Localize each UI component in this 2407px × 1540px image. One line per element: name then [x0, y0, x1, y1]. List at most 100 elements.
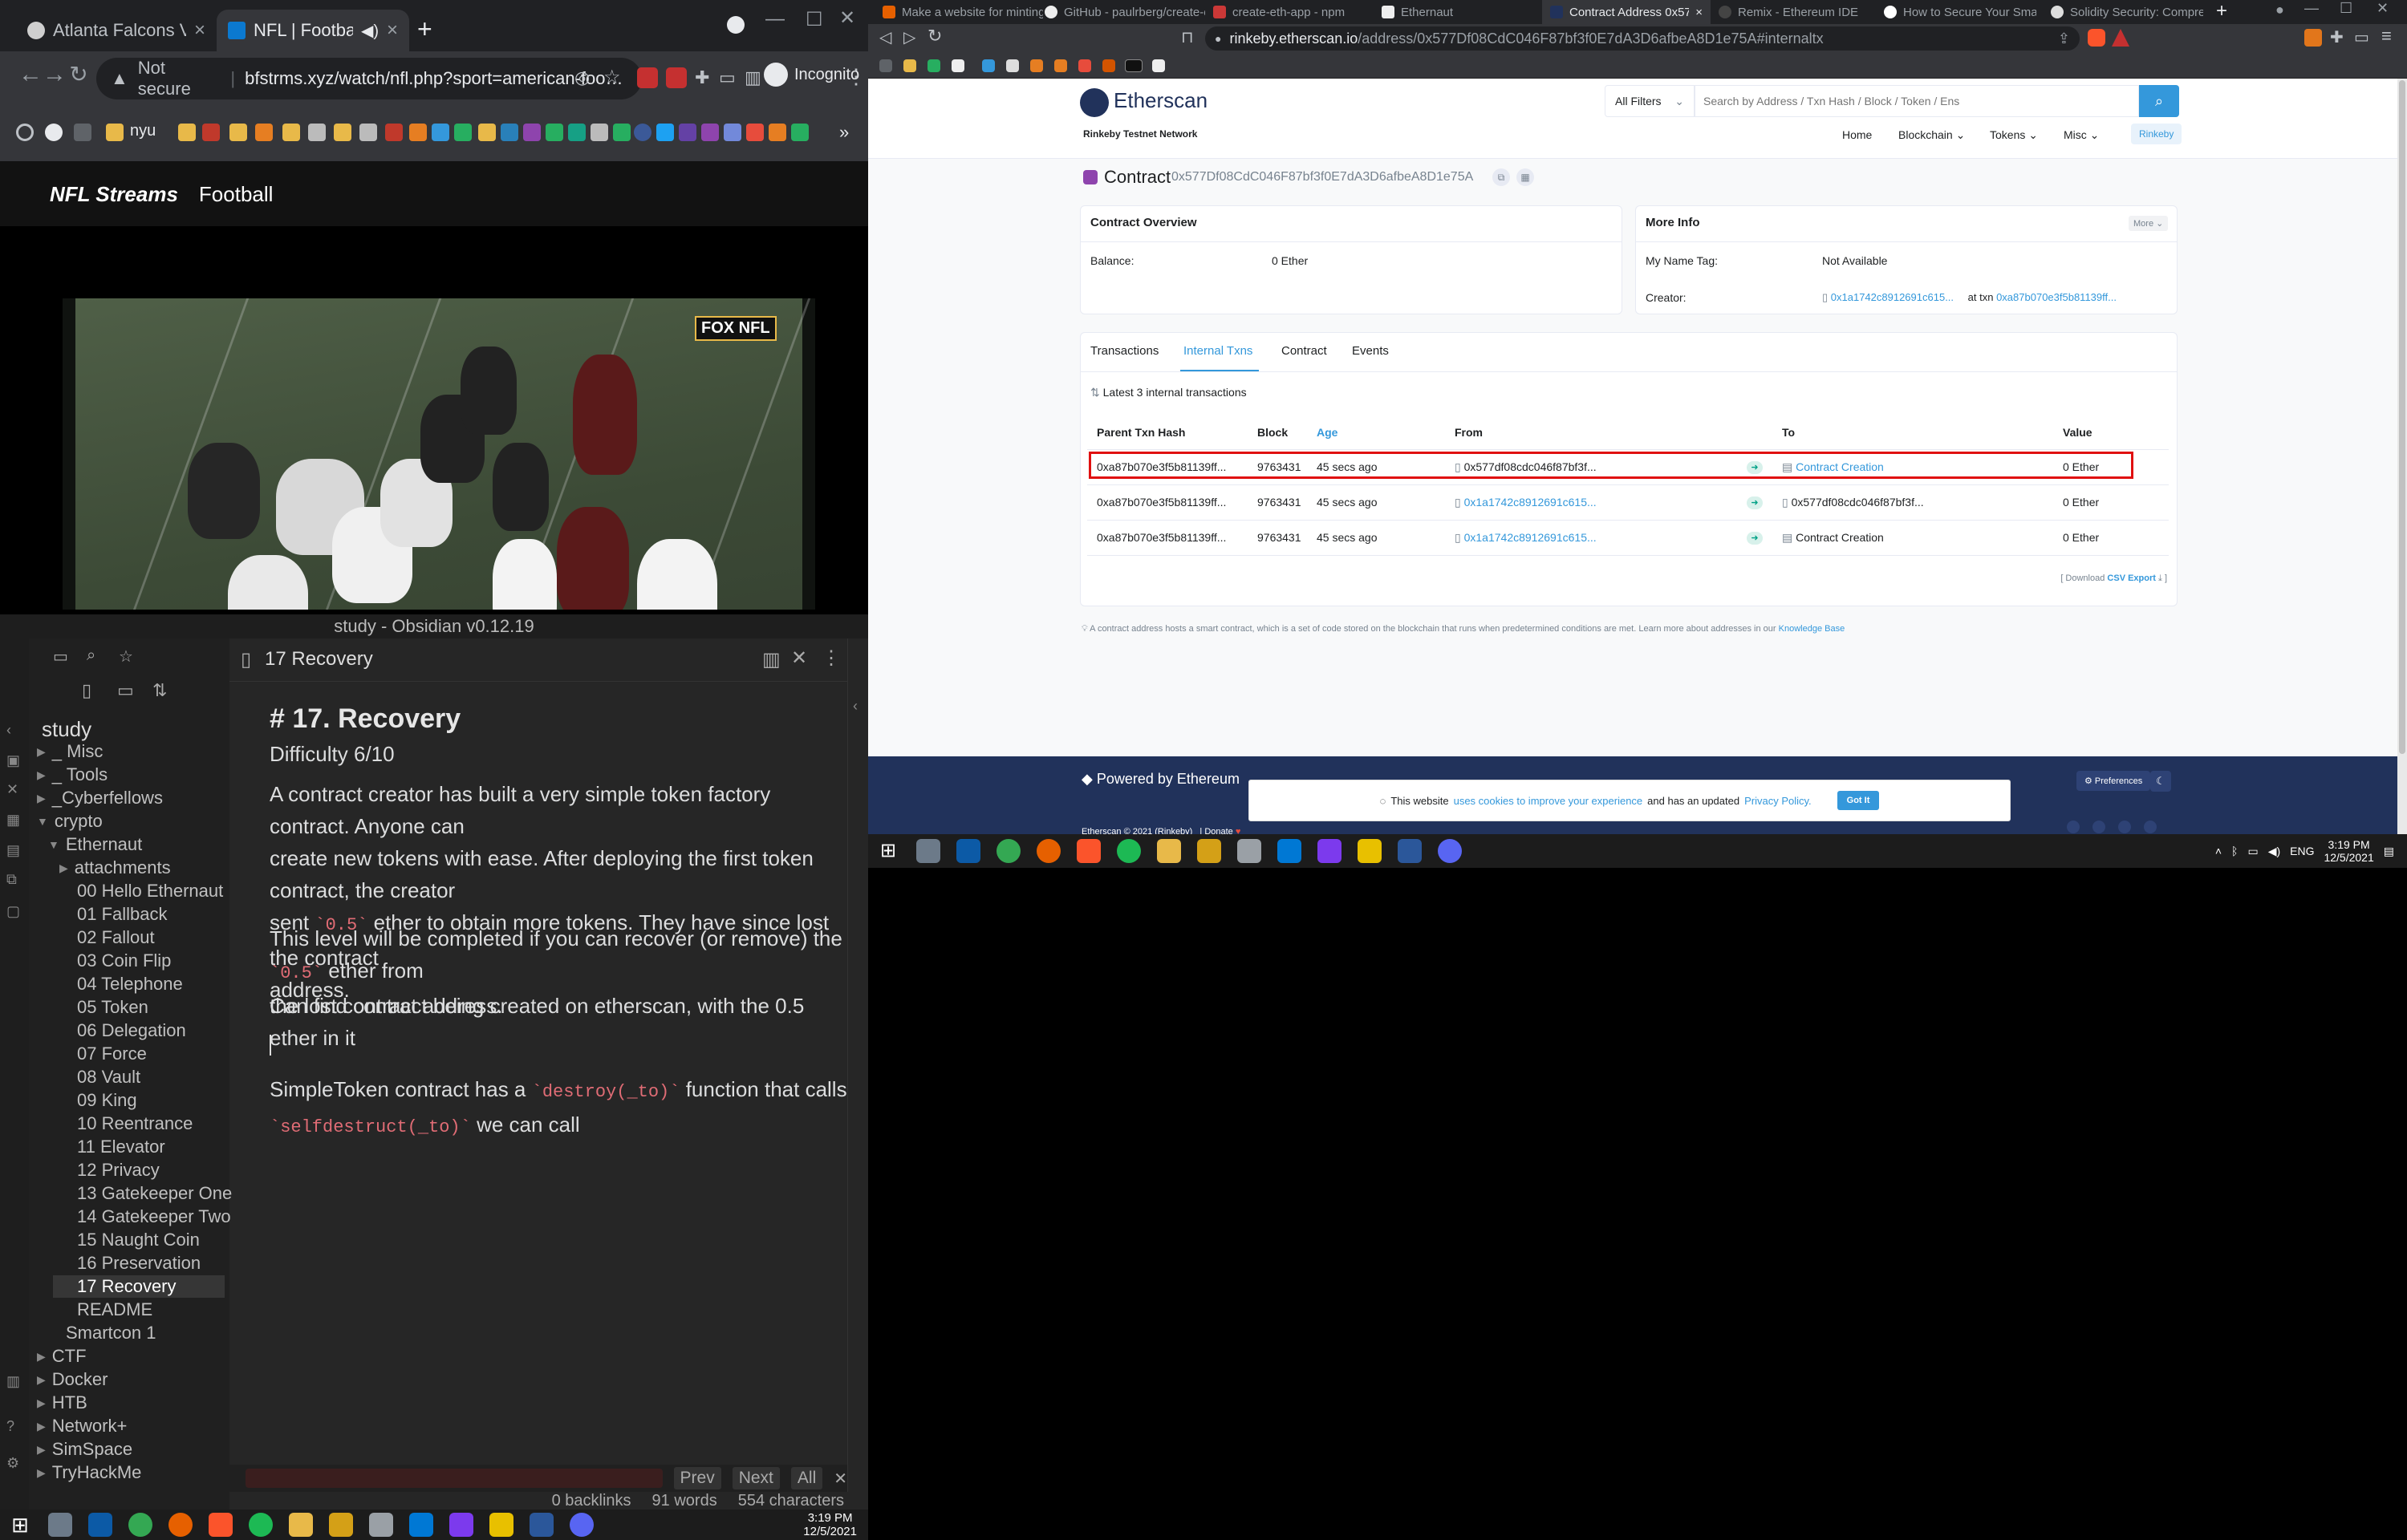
obsidian-app-icon[interactable]: [449, 1513, 473, 1537]
bookmark-icon[interactable]: [523, 124, 541, 141]
app-icon[interactable]: [1237, 839, 1261, 863]
word-app-icon[interactable]: [1398, 839, 1422, 863]
brave-rewards-icon[interactable]: [2112, 29, 2129, 47]
menu-icon[interactable]: ≡: [2381, 26, 2392, 47]
window-close-icon[interactable]: ✕: [2377, 0, 2389, 17]
medium-icon[interactable]: [2144, 821, 2157, 833]
spotify-app-icon[interactable]: [249, 1513, 273, 1537]
bookmark-icon[interactable]: [202, 124, 220, 141]
copy-icon[interactable]: ⧉: [1492, 168, 1510, 186]
search-icon[interactable]: ⌕: [87, 646, 95, 665]
extension-icon[interactable]: [637, 67, 658, 88]
close-icon[interactable]: ×: [387, 19, 398, 42]
back-icon[interactable]: ◁: [879, 27, 891, 47]
tree-item[interactable]: 08 Vault: [77, 1067, 140, 1088]
tab[interactable]: create-eth-app - npm: [1205, 0, 1374, 24]
brave-app-icon[interactable]: [209, 1513, 233, 1537]
filter-select[interactable]: All Filters ⌄: [1605, 85, 1695, 117]
wallet-icon[interactable]: ▭: [2354, 27, 2369, 47]
bookmark-label[interactable]: nyu: [130, 122, 156, 140]
app-icon[interactable]: [489, 1513, 513, 1537]
cast-icon[interactable]: ▭: [719, 67, 736, 88]
tree-item[interactable]: 11 Elevator: [77, 1137, 165, 1157]
tree-item[interactable]: 09 King: [77, 1090, 137, 1111]
help-icon[interactable]: ?: [6, 1418, 14, 1435]
next-button[interactable]: Next: [732, 1467, 780, 1489]
close-icon[interactable]: ×: [1695, 6, 1703, 19]
minimize-icon[interactable]: —: [765, 8, 785, 30]
extensions-icon[interactable]: ✚: [2330, 27, 2344, 47]
bookmark-icon[interactable]: [255, 124, 273, 141]
start-icon[interactable]: ⊞: [876, 839, 900, 863]
tree-item[interactable]: ▶ Docker: [37, 1369, 108, 1390]
chrome-app-icon[interactable]: [128, 1513, 152, 1537]
bookmark-icon[interactable]: [724, 124, 741, 141]
sort-icon[interactable]: ⇅: [152, 680, 167, 701]
etherscan-brand[interactable]: Etherscan: [1114, 88, 1208, 113]
prev-button[interactable]: Prev: [673, 1467, 721, 1489]
twitter-icon[interactable]: [2067, 821, 2080, 833]
tab-atlanta-falcons[interactable]: Atlanta Falcons Vs Tampa Bay Bu ×: [16, 10, 217, 51]
window-close-icon[interactable]: ✕: [839, 6, 855, 30]
bookmark-icon[interactable]: [903, 59, 916, 72]
language[interactable]: ENG: [2290, 845, 2314, 857]
nav-misc[interactable]: Misc ⌄: [2064, 128, 2099, 142]
tree-item[interactable]: ▶ Network+: [37, 1416, 127, 1437]
tree-item[interactable]: Smartcon 1: [66, 1323, 156, 1343]
tab-contract[interactable]: Contract: [1281, 344, 1327, 358]
discord-app-icon[interactable]: [570, 1513, 594, 1537]
network-switch-button[interactable]: Rinkeby: [2131, 124, 2182, 144]
bookmark-icon[interactable]: [1054, 59, 1067, 72]
folder-icon[interactable]: [334, 124, 351, 141]
new-note-icon[interactable]: ▯: [82, 680, 91, 701]
bookmark-icon[interactable]: [432, 124, 449, 141]
facebook-icon[interactable]: [2092, 821, 2105, 833]
parent-txn-link[interactable]: 0xa87b070e3f5b81139ff...: [1097, 496, 1226, 509]
bookmark-icon[interactable]: [409, 124, 427, 141]
collapse-icon[interactable]: ‹: [6, 722, 11, 739]
vscode-app-icon[interactable]: [409, 1513, 433, 1537]
tab[interactable]: Solidity Security: Comprehensi: [2043, 0, 2211, 24]
puzzle-icon[interactable]: ✚: [695, 67, 709, 88]
bookmark-icon[interactable]: [701, 124, 719, 141]
extension-icon[interactable]: [666, 67, 687, 88]
nav-blockchain[interactable]: Blockchain ⌄: [1898, 128, 1965, 142]
tab-internal-txns[interactable]: Internal Txns: [1183, 344, 1252, 358]
folder-icon[interactable]: [229, 124, 247, 141]
folder-tab-icon[interactable]: ▭: [53, 646, 68, 667]
bookmark-icon[interactable]: [501, 124, 518, 141]
clock[interactable]: 3:19 PM 12/5/2021: [803, 1511, 857, 1538]
tree-item[interactable]: ▶ attachments: [59, 857, 171, 878]
csv-export-link[interactable]: CSV Export: [2107, 573, 2156, 583]
sidepanel-icon[interactable]: ▥: [745, 67, 761, 88]
tree-item[interactable]: 06 Delegation: [77, 1020, 186, 1041]
firefox-app-icon[interactable]: [1037, 839, 1061, 863]
network-icon[interactable]: ▭: [2247, 845, 2258, 858]
tree-item[interactable]: 02 Fallout: [77, 927, 155, 948]
tray-chevron-icon[interactable]: ˄: [2215, 845, 2222, 857]
bookmark-icon[interactable]: [1102, 59, 1115, 72]
bookmark-icon[interactable]: [74, 124, 91, 141]
tree-item[interactable]: 12 Privacy: [77, 1160, 160, 1181]
bookmark-page-icon[interactable]: ⊓: [1181, 27, 1194, 47]
bookmark-icon[interactable]: [591, 124, 608, 141]
tab-etherscan-active[interactable]: Contract Address 0x577Df0×: [1542, 0, 1711, 24]
share-icon[interactable]: ⇪: [2058, 30, 2070, 47]
minimize-icon[interactable]: —: [2304, 0, 2319, 17]
tab[interactable]: How to Secure Your Smart Cont: [1876, 0, 2044, 24]
folder-icon[interactable]: [106, 124, 124, 141]
tree-item[interactable]: ▼ Ethernaut: [48, 834, 142, 855]
from-address-link[interactable]: 0x1a1742c8912691c615...: [1464, 496, 1597, 509]
tree-item[interactable]: 15 Naught Coin: [77, 1230, 200, 1250]
expand-icon[interactable]: ‹: [853, 698, 858, 715]
tree-item[interactable]: ▶ _Cyberfellows: [37, 788, 163, 808]
close-icon[interactable]: ×: [194, 19, 205, 42]
tree-item[interactable]: ▶ CTF: [37, 1346, 87, 1367]
bookmark-icon[interactable]: [927, 59, 940, 72]
facebook-icon[interactable]: [634, 124, 651, 141]
settings-icon[interactable]: ⚙: [6, 1455, 19, 1472]
powershell-app-icon[interactable]: [956, 839, 980, 863]
bookmark-icon[interactable]: [982, 59, 995, 72]
menu-icon[interactable]: ⋮: [846, 64, 867, 89]
privacy-policy-link[interactable]: Privacy Policy.: [1744, 795, 1812, 807]
